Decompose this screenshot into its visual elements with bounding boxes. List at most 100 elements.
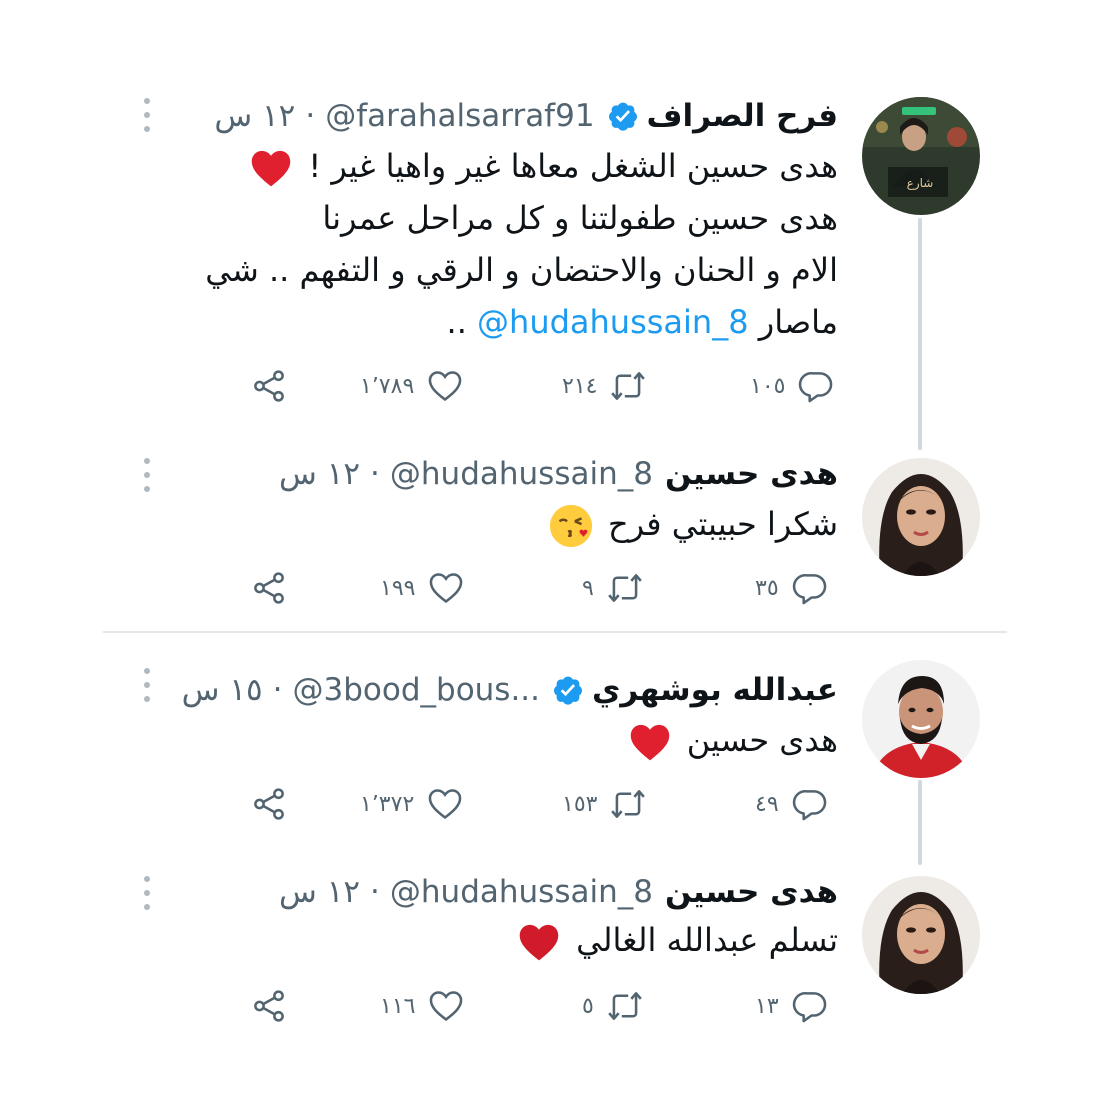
- like-count: ١١٦: [380, 993, 416, 1019]
- tweet-line: تسلم عبدالله الغالي: [576, 921, 838, 959]
- like-button[interactable]: ١١٦: [380, 984, 465, 1028]
- tweet-header: فرح الصراف @farahalsarraf91 · ١٢ س: [214, 96, 838, 136]
- retweet-count: ٩: [582, 575, 594, 601]
- separator: ·: [370, 456, 380, 492]
- tweet-4[interactable]: هدى حسين @hudahussain_8 · ١٢ س تسلم عبدا…: [0, 858, 1110, 1058]
- reply-icon: [799, 372, 833, 403]
- tweet-line-tail: ..: [446, 303, 467, 341]
- retweet-icon: [611, 372, 646, 400]
- tweet-line: ماصار: [758, 303, 838, 341]
- share-button[interactable]: [250, 364, 288, 408]
- like-button[interactable]: ١٬٣٧٢: [360, 782, 464, 826]
- avatar-huda[interactable]: [862, 876, 980, 994]
- retweet-button[interactable]: ١٥٣: [562, 782, 647, 826]
- man-portrait-avatar-icon: [862, 660, 980, 778]
- verified-badge-icon: [608, 102, 637, 131]
- share-button[interactable]: [250, 984, 288, 1028]
- timestamp[interactable]: ١٢ س: [214, 96, 295, 136]
- share-icon: [254, 990, 284, 1022]
- share-icon: [254, 788, 284, 820]
- red-heart-icon: [519, 924, 559, 961]
- reply-count: ٤٩: [755, 791, 779, 817]
- retweet-button[interactable]: ٩: [582, 566, 644, 610]
- woman-portrait-avatar-icon: [862, 458, 980, 576]
- display-name[interactable]: فرح الصراف: [647, 96, 838, 136]
- timestamp[interactable]: ١٢ س: [279, 454, 360, 494]
- woman-portrait-avatar-icon: [862, 876, 980, 994]
- share-button[interactable]: [250, 782, 288, 826]
- like-button[interactable]: ١٩٩: [380, 566, 465, 610]
- retweet-count: ١٥٣: [562, 791, 598, 817]
- reply-button[interactable]: ١٠٥: [750, 364, 835, 408]
- more-options-icon[interactable]: [140, 876, 154, 910]
- like-count: ١٬٧٨٩: [360, 373, 415, 399]
- red-heart-icon: [251, 150, 291, 187]
- reply-icon: [792, 992, 826, 1023]
- thread-line: [918, 218, 922, 450]
- tweet-line: هدى حسين الشغل معاها غير واهيا غير !: [308, 147, 838, 185]
- separator: ·: [272, 672, 283, 708]
- display-name[interactable]: هدى حسين: [665, 872, 838, 912]
- heart-icon: [430, 991, 463, 1022]
- action-bar: ١١٦ ٥ ١٣: [0, 984, 1110, 1028]
- mention-link[interactable]: @hudahussain_8: [477, 303, 749, 341]
- retweet-count: ٢١٤: [562, 373, 598, 399]
- like-button[interactable]: ١٬٧٨٩: [360, 364, 464, 408]
- reply-button[interactable]: ١٣: [755, 984, 829, 1028]
- divider: [103, 631, 1007, 633]
- heart-icon: [428, 789, 462, 820]
- avatar-farah[interactable]: شارع: [862, 97, 980, 215]
- avatar-abdullah[interactable]: [862, 660, 980, 778]
- more-options-icon[interactable]: [140, 458, 154, 492]
- tweet-header: هدى حسين @hudahussain_8 · ١٢ س: [279, 872, 838, 912]
- handle[interactable]: @farahalsarraf91: [325, 96, 594, 136]
- tweet-3[interactable]: عبدالله بوشهري @3bood_bous... · ١٥ س هدى…: [0, 640, 1110, 865]
- separator: ·: [370, 874, 380, 910]
- tweet-1[interactable]: شارع فرح الصراف @farahalsarraf91 · ١٢ س …: [0, 0, 1110, 450]
- like-count: ١٩٩: [380, 575, 416, 601]
- separator: ·: [305, 98, 316, 134]
- heart-icon: [430, 573, 463, 604]
- verified-badge-icon: [554, 676, 583, 705]
- share-icon: [254, 370, 284, 402]
- share-icon: [254, 572, 284, 604]
- display-name[interactable]: عبدالله بوشهري: [592, 670, 838, 710]
- timestamp[interactable]: ١٥ س: [182, 670, 263, 710]
- tweet-text: هدى حسين: [623, 714, 838, 766]
- retweet-button[interactable]: ٢١٤: [562, 364, 647, 408]
- avatar-huda[interactable]: [862, 458, 980, 576]
- retweet-count: ٥: [582, 993, 594, 1019]
- more-options-icon[interactable]: [140, 668, 154, 702]
- tweet-header: هدى حسين @hudahussain_8 · ١٢ س: [279, 454, 838, 494]
- action-bar: ١٬٣٧٢ ١٥٣ ٤٩: [0, 782, 1110, 826]
- tweet-line: هدى حسين طفولتنا و كل مراحل عمرنا: [322, 199, 838, 237]
- reply-icon: [792, 574, 826, 605]
- poster-avatar-icon: شارع: [862, 97, 980, 215]
- reply-count: ١٠٥: [750, 373, 786, 399]
- tweet-line: الام و الحنان والاحتضان و الرقي و التفهم…: [205, 251, 838, 289]
- share-button[interactable]: [250, 566, 288, 610]
- tweet-2[interactable]: هدى حسين @hudahussain_8 · ١٢ س شكرا حبيب…: [0, 440, 1110, 630]
- tweet-line: هدى حسين: [686, 721, 838, 759]
- reply-button[interactable]: ٤٩: [755, 782, 829, 826]
- like-count: ١٬٣٧٢: [360, 791, 415, 817]
- retweet-icon: [611, 790, 646, 818]
- timestamp[interactable]: ١٢ س: [279, 872, 360, 912]
- action-bar: ١٩٩ ٩ ٣٥: [0, 566, 1110, 610]
- action-bar: ١٬٧٨٩ ٢١٤ ١٠٥: [0, 364, 1110, 408]
- reply-button[interactable]: ٣٥: [755, 566, 829, 610]
- more-options-icon[interactable]: [140, 98, 154, 132]
- reply-count: ٣٥: [755, 575, 779, 601]
- display-name[interactable]: هدى حسين: [665, 454, 838, 494]
- retweet-button[interactable]: ٥: [582, 984, 644, 1028]
- handle[interactable]: @hudahussain_8: [390, 872, 653, 912]
- red-heart-icon: [630, 724, 669, 761]
- tweet-text: شكرا حبيبتي فرح: [544, 498, 838, 550]
- face-blowing-kiss-icon: [549, 504, 592, 548]
- reply-icon: [792, 790, 826, 821]
- reply-count: ١٣: [755, 993, 779, 1019]
- tweet-text: تسلم عبدالله الغالي: [512, 914, 838, 966]
- tweet-header: عبدالله بوشهري @3bood_bous... · ١٥ س: [182, 670, 838, 710]
- handle[interactable]: @3bood_bous...: [293, 670, 541, 710]
- handle[interactable]: @hudahussain_8: [390, 454, 653, 494]
